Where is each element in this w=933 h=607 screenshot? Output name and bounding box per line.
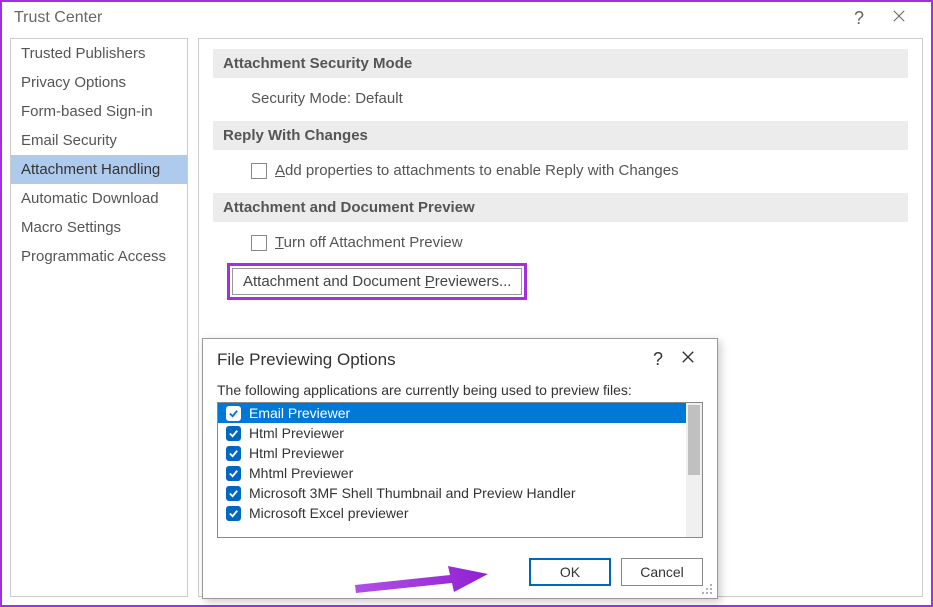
window-title: Trust Center <box>14 9 839 27</box>
close-button[interactable] <box>879 9 919 28</box>
sidebar-item-trusted-publishers[interactable]: Trusted Publishers <box>11 39 187 68</box>
resize-grip[interactable] <box>701 582 713 594</box>
sidebar-item-form-signin[interactable]: Form-based Sign-in <box>11 97 187 126</box>
sidebar-item-macro-settings[interactable]: Macro Settings <box>11 213 187 242</box>
checkbox-icon[interactable] <box>226 466 241 481</box>
ok-button[interactable]: OK <box>529 558 611 586</box>
checkbox-turnoff-preview[interactable]: Turn off Attachment Preview <box>251 234 908 251</box>
checkbox-reply-changes-label: Add properties to attachments to enable … <box>275 162 679 179</box>
section-header-reply-changes: Reply With Changes <box>213 121 908 150</box>
list-item[interactable]: Html Previewer <box>218 443 702 463</box>
checkbox-reply-changes[interactable]: Add properties to attachments to enable … <box>251 162 908 179</box>
sidebar-item-automatic-download[interactable]: Automatic Download <box>11 184 187 213</box>
checkbox-icon[interactable] <box>226 426 241 441</box>
sidebar-item-privacy-options[interactable]: Privacy Options <box>11 68 187 97</box>
close-icon <box>681 350 695 364</box>
security-mode-value: Security Mode: Default <box>213 90 908 121</box>
dialog-close-button[interactable] <box>673 350 703 369</box>
list-item[interactable]: Microsoft 3MF Shell Thumbnail and Previe… <box>218 483 702 503</box>
section-header-security-mode: Attachment Security Mode <box>213 49 908 78</box>
sidebar-item-attachment-handling[interactable]: Attachment Handling <box>11 155 187 184</box>
titlebar: Trust Center ? <box>2 2 931 34</box>
checkbox-icon[interactable] <box>226 486 241 501</box>
list-item[interactable]: Microsoft Excel previewer <box>218 503 702 523</box>
previewers-button[interactable]: Attachment and Document Previewers... <box>232 268 522 295</box>
scrollbar[interactable] <box>686 403 702 537</box>
sidebar-item-programmatic-access[interactable]: Programmatic Access <box>11 242 187 271</box>
checkbox-icon[interactable] <box>226 406 241 421</box>
checkbox-icon[interactable] <box>226 506 241 521</box>
dialog-help-button[interactable]: ? <box>643 349 673 370</box>
list-item-label: Email Previewer <box>249 405 350 421</box>
list-item-label: Html Previewer <box>249 425 344 441</box>
cancel-button[interactable]: Cancel <box>621 558 703 586</box>
sidebar-item-email-security[interactable]: Email Security <box>11 126 187 155</box>
file-previewing-dialog: File Previewing Options ? The following … <box>202 338 718 599</box>
list-item[interactable]: Html Previewer <box>218 423 702 443</box>
list-item[interactable]: Email Previewer <box>218 403 702 423</box>
sidebar: Trusted Publishers Privacy Options Form-… <box>10 38 188 597</box>
checkbox-icon[interactable] <box>226 446 241 461</box>
dialog-title: File Previewing Options <box>217 350 643 370</box>
section-header-preview: Attachment and Document Preview <box>213 193 908 222</box>
list-item-label: Html Previewer <box>249 445 344 461</box>
list-item-label: Microsoft 3MF Shell Thumbnail and Previe… <box>249 485 576 501</box>
previewer-listbox[interactable]: Email Previewer Html Previewer Html Prev… <box>217 402 703 538</box>
resize-grip-icon <box>701 583 713 595</box>
checkbox-icon <box>251 163 267 179</box>
close-icon <box>892 9 906 23</box>
list-item-label: Mhtml Previewer <box>249 465 353 481</box>
checkbox-turnoff-preview-label: Turn off Attachment Preview <box>275 234 463 251</box>
highlight-annotation: Attachment and Document Previewers... <box>227 263 527 300</box>
checkbox-icon <box>251 235 267 251</box>
list-item-label: Microsoft Excel previewer <box>249 505 409 521</box>
dialog-description: The following applications are currently… <box>217 382 703 398</box>
scrollbar-thumb[interactable] <box>688 405 700 475</box>
help-button[interactable]: ? <box>839 8 879 29</box>
list-item[interactable]: Mhtml Previewer <box>218 463 702 483</box>
